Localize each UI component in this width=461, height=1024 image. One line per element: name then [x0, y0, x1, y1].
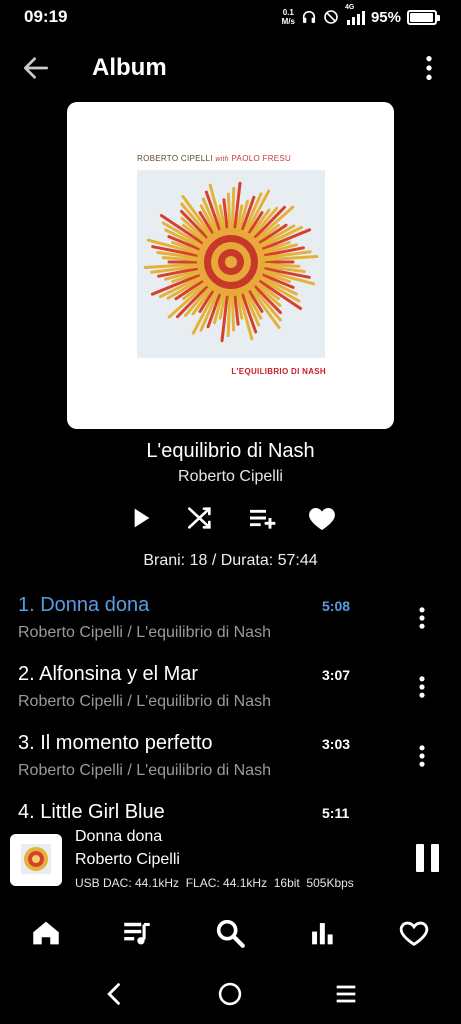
signal-icon: 4G	[345, 4, 365, 25]
play-icon[interactable]	[124, 502, 156, 534]
track-duration: 3:03	[322, 736, 351, 752]
arrow-left-icon[interactable]	[20, 52, 52, 84]
track-subtitle: Roberto Cipelli / L'equilibrio di Nash	[18, 762, 271, 779]
system-home-icon[interactable]	[216, 980, 244, 1008]
mini-track-artist: Roberto Cipelli	[75, 851, 180, 868]
more-vertical-icon[interactable]	[408, 604, 436, 632]
track-subtitle: Roberto Cipelli / L'equilibrio di Nash	[18, 624, 271, 641]
system-back-icon[interactable]	[101, 980, 129, 1008]
album-title: L'equilibrio di Nash	[146, 440, 315, 462]
net-speed: 0.1 M/s	[281, 8, 295, 26]
battery-percent: 95%	[370, 8, 401, 26]
album-actions	[0, 502, 461, 536]
pause-icon[interactable]	[412, 842, 442, 876]
favorite-heart-icon[interactable]	[306, 502, 338, 534]
search-icon[interactable]	[213, 916, 247, 950]
track-duration: 3:07	[322, 667, 351, 683]
system-menu-icon[interactable]	[332, 980, 360, 1008]
equalizer-icon[interactable]	[305, 916, 339, 950]
status-time: 09:19	[24, 7, 68, 26]
track-row[interactable]: 2. Alfonsina y el Mar Roberto Cipelli / …	[0, 663, 461, 731]
album-cover: ROBERTO CIPELLI with PAOLO FRESU L'EQUIL…	[67, 102, 394, 429]
queue-music-icon[interactable]	[120, 916, 154, 950]
track-title: 2. Alfonsina y el Mar	[18, 663, 199, 685]
home-icon[interactable]	[29, 916, 63, 950]
battery-icon	[407, 9, 440, 25]
more-vertical-icon[interactable]	[408, 742, 436, 770]
mini-track-title: Donna dona	[75, 828, 163, 845]
page-title: Album	[92, 54, 167, 81]
app-bar: Album	[0, 40, 461, 96]
track-duration: 5:11	[322, 805, 350, 821]
shuffle-icon[interactable]	[184, 502, 216, 534]
track-subtitle: Roberto Cipelli / L'equilibrio di Nash	[18, 693, 271, 710]
mini-cover-thumbnail	[10, 834, 62, 886]
headphones-icon	[302, 10, 316, 23]
track-title: 1. Donna dona	[18, 594, 150, 616]
mini-audio-info: USB DAC: 44.1kHz FLAC: 44.1kHz 16bit 505…	[75, 876, 354, 890]
cover-artist-text: ROBERTO CIPELLI with PAOLO FRESU	[137, 154, 292, 163]
more-vertical-icon[interactable]	[408, 673, 436, 701]
track-duration: 5:08	[322, 598, 351, 614]
mini-player[interactable]: Donna dona Roberto Cipelli USB DAC: 44.1…	[0, 820, 461, 902]
do-not-disturb-icon	[324, 10, 338, 24]
track-count: Brani: 18 / Durata: 57:44	[143, 552, 318, 569]
cover-title-text: L'EQUILIBRIO DI NASH	[231, 367, 326, 376]
status-icons: 0.1 M/s 4G 95%	[281, 4, 440, 26]
system-navigation-bar	[0, 968, 461, 1018]
track-title: 3. Il momento perfetto	[18, 732, 213, 754]
album-artist[interactable]: Roberto Cipelli	[0, 468, 461, 486]
favorites-heart-icon[interactable]	[397, 916, 431, 950]
cover-artwork	[137, 170, 325, 358]
more-vertical-icon[interactable]	[413, 52, 445, 84]
status-bar: 09:19 0.1 M/s 4G 95%	[0, 0, 461, 34]
bottom-nav	[0, 906, 461, 962]
track-row[interactable]: 1. Donna dona Roberto Cipelli / L'equili…	[0, 594, 461, 662]
add-to-playlist-icon[interactable]	[246, 502, 278, 534]
track-row[interactable]: 3. Il momento perfetto Roberto Cipelli /…	[0, 732, 461, 800]
